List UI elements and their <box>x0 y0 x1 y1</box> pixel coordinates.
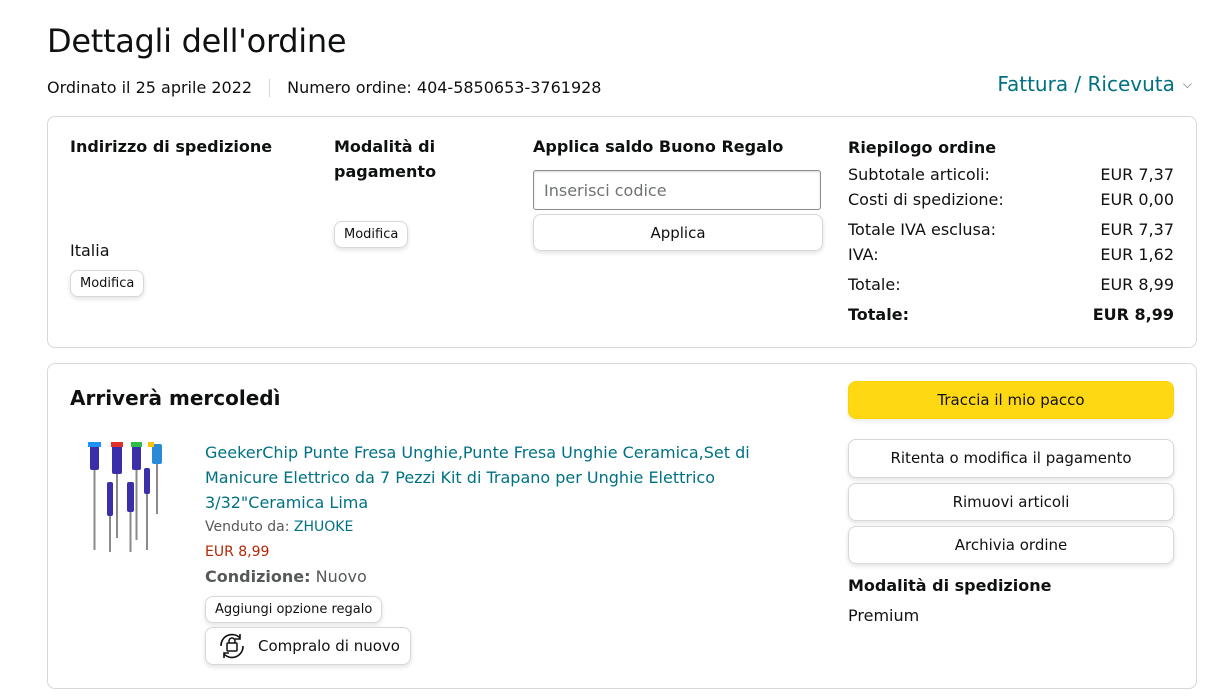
payment-title-line1: Modalità di <box>334 137 436 156</box>
shipping-method-value: Premium <box>848 606 920 625</box>
summary-value: EUR 8,99 <box>1092 305 1174 324</box>
shipping-address-title: Indirizzo di spedizione <box>70 137 273 156</box>
shipping-method-title: Modalità di spedizione <box>848 576 1052 595</box>
track-package-button[interactable]: Traccia il mio pacco <box>848 381 1174 419</box>
shipment-box: Arriverà mercoledì GeekerChip Punte Fres… <box>47 363 1197 689</box>
summary-value: EUR 7,37 <box>1100 165 1174 184</box>
summary-value: EUR 7,37 <box>1100 220 1174 239</box>
product-image[interactable] <box>82 438 182 554</box>
nail-drill-bits-icon <box>88 442 162 552</box>
summary-label: Totale IVA esclusa: <box>848 220 997 239</box>
order-meta: Ordinato il 25 aprile 2022 Numero ordine… <box>47 78 601 97</box>
edit-address-button[interactable]: Modifica <box>70 270 145 297</box>
summary-label: Totale: <box>848 275 901 294</box>
add-gift-option-button[interactable]: Aggiungi opzione regalo <box>205 596 383 623</box>
product-price: EUR 8,99 <box>205 544 270 560</box>
divider <box>269 78 271 97</box>
summary-value: EUR 8,99 <box>1100 275 1174 294</box>
summary-label: Subtotale articoli: <box>848 165 990 184</box>
retry-payment-button[interactable]: Ritenta o modifica il pagamento <box>848 439 1174 478</box>
order-info-box: Indirizzo di spedizione Italia Modifica … <box>47 116 1197 348</box>
invoice-dropdown[interactable]: Fattura / Ricevuta ⌵ <box>997 72 1192 96</box>
buy-again-icon <box>220 633 244 659</box>
summary-label: Costi di spedizione: <box>848 190 1004 209</box>
summary-row-net-total: Totale IVA esclusa: EUR 7,37 <box>848 220 1174 239</box>
shipping-country: Italia <box>70 241 110 260</box>
summary-value: EUR 0,00 <box>1100 190 1174 209</box>
arrival-date: Arriverà mercoledì <box>70 386 281 410</box>
condition-value: Nuovo <box>315 567 367 586</box>
buy-again-button[interactable]: Compralo di nuovo <box>205 627 411 665</box>
summary-title: Riepilogo ordine <box>848 138 997 157</box>
edit-payment-button[interactable]: Modifica <box>334 221 409 248</box>
chevron-down-icon: ⌵ <box>1182 76 1192 91</box>
invoice-label: Fattura / Ricevuta <box>997 72 1175 96</box>
apply-gift-button[interactable]: Applica <box>533 214 823 251</box>
summary-row-vat: IVA: EUR 1,62 <box>848 245 1174 264</box>
seller-line: Venduto da: ZHUOKE <box>205 519 353 535</box>
sold-by-label: Venduto da: <box>205 519 290 535</box>
gift-code-input[interactable] <box>533 170 821 210</box>
payment-title-line2: pagamento <box>334 162 437 181</box>
payment-title: Modalità di pagamento <box>334 134 436 184</box>
summary-row-shipping: Costi di spedizione: EUR 0,00 <box>848 190 1174 209</box>
gift-card-title: Applica saldo Buono Regalo <box>533 137 784 156</box>
archive-order-button[interactable]: Archivia ordine <box>848 526 1174 564</box>
seller-link[interactable]: ZHUOKE <box>294 519 353 535</box>
summary-value: EUR 1,62 <box>1100 245 1174 264</box>
summary-label: Totale: <box>848 305 909 324</box>
page-title: Dettagli dell'ordine <box>47 22 347 60</box>
product-condition: Condizione: Nuovo <box>205 567 367 586</box>
remove-items-button[interactable]: Rimuovi articoli <box>848 483 1174 521</box>
summary-label: IVA: <box>848 245 879 264</box>
condition-label: Condizione: <box>205 567 311 586</box>
product-title-link[interactable]: GeekerChip Punte Fresa Unghie,Punte Fres… <box>205 440 765 515</box>
summary-row-total: Totale: EUR 8,99 <box>848 275 1174 294</box>
summary-row-subtotal: Subtotale articoli: EUR 7,37 <box>848 165 1174 184</box>
buy-again-label: Compralo di nuovo <box>258 637 400 655</box>
order-number: Numero ordine: 404-5850653-3761928 <box>287 78 602 97</box>
order-date: Ordinato il 25 aprile 2022 <box>47 78 253 97</box>
summary-row-grand-total: Totale: EUR 8,99 <box>848 305 1174 324</box>
